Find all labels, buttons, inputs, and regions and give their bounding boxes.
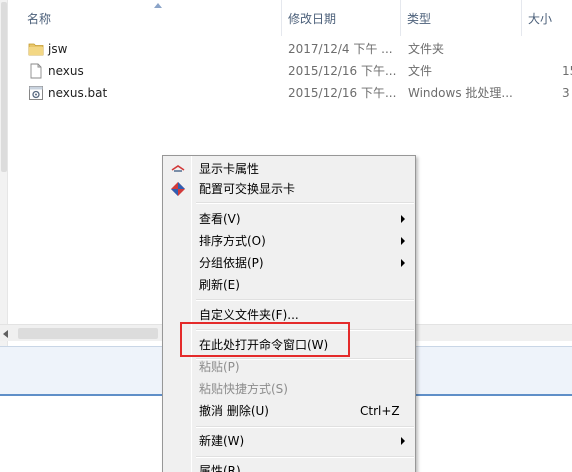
file-type: Windows 批处理...	[408, 86, 513, 100]
context-menu: 显示卡属性 配置可交换显示卡 查看(V) 排序方式(O) 分组依据(P) 刷新(…	[162, 155, 416, 472]
file-date: 2015/12/16 下午...	[288, 64, 397, 78]
menu-item-undo-delete[interactable]: 撤消 删除(U) Ctrl+Z	[165, 400, 415, 422]
menu-item-paste[interactable]: 粘贴(P)	[165, 356, 415, 378]
menu-separator	[196, 202, 414, 204]
folder-icon	[28, 43, 44, 56]
menu-item-label: 查看(V)	[199, 212, 241, 226]
submenu-arrow-icon	[401, 259, 405, 267]
menu-item-label: 属性(R)	[199, 464, 241, 472]
column-header-size[interactable]: 大小	[528, 11, 552, 27]
file-name: nexus	[48, 64, 84, 78]
scroll-left-arrow-icon[interactable]	[3, 330, 8, 338]
menu-item-refresh[interactable]: 刷新(E)	[165, 274, 415, 296]
menu-item-group-by[interactable]: 分组依据(P)	[165, 252, 415, 274]
horizontal-scrollbar-thumb[interactable]	[18, 328, 158, 339]
menu-item-new[interactable]: 新建(W)	[165, 430, 415, 452]
column-header-bar: 名称 修改日期 类型 大小	[8, 0, 572, 36]
file-name: nexus.bat	[48, 86, 108, 100]
column-divider[interactable]	[521, 0, 522, 36]
column-divider[interactable]	[281, 0, 282, 36]
column-header-type[interactable]: 类型	[407, 11, 431, 27]
menu-item-label: 分组依据(P)	[199, 256, 264, 270]
column-header-date-modified[interactable]: 修改日期	[288, 11, 336, 27]
menu-separator	[196, 299, 414, 301]
menu-item-label: 配置可交换显示卡	[199, 182, 296, 196]
file-icon	[30, 63, 42, 79]
submenu-arrow-icon	[401, 237, 405, 245]
submenu-arrow-icon	[401, 437, 405, 445]
file-size: 3	[562, 86, 570, 100]
file-list-item[interactable]: nexus 2015/12/16 下午... 文件 15	[28, 60, 572, 82]
column-header-name[interactable]: 名称	[27, 11, 51, 27]
menu-item-label: 排序方式(O)	[199, 234, 266, 248]
menu-item-properties[interactable]: 属性(R)	[165, 460, 415, 472]
file-list-item[interactable]: jsw 2017/12/4 下午 ... 文件夹	[28, 38, 572, 60]
vertical-scrollbar[interactable]	[0, 0, 8, 346]
batch-file-icon	[29, 86, 43, 100]
menu-item-sort-by[interactable]: 排序方式(O)	[165, 230, 415, 252]
submenu-arrow-icon	[401, 215, 405, 223]
file-type: 文件	[408, 64, 433, 78]
menu-item-label: 自定义文件夹(F)...	[199, 308, 299, 322]
menu-item-paste-shortcut[interactable]: 粘贴快捷方式(S)	[165, 378, 415, 400]
menu-item-label: 显示卡属性	[199, 162, 260, 176]
file-date: 2017/12/4 下午 ...	[288, 42, 393, 56]
menu-separator	[196, 426, 414, 428]
file-name: jsw	[48, 42, 68, 56]
menu-item-label: 新建(W)	[199, 434, 245, 448]
menu-item-display-properties[interactable]: 显示卡属性	[165, 158, 415, 180]
switchable-graphics-icon	[171, 182, 185, 196]
graphics-card-icon	[171, 165, 185, 172]
menu-item-label: 刷新(E)	[199, 278, 240, 292]
file-list-item[interactable]: nexus.bat 2015/12/16 下午... Windows 批处理..…	[28, 82, 572, 104]
menu-item-view[interactable]: 查看(V)	[165, 208, 415, 230]
sort-ascending-icon	[154, 3, 162, 8]
menu-separator	[196, 456, 414, 458]
vertical-scrollbar-thumb[interactable]	[1, 2, 7, 172]
menu-item-label: 撤消 删除(U)	[199, 404, 269, 418]
file-size: 15	[562, 64, 572, 78]
column-divider[interactable]	[400, 0, 401, 36]
menu-item-label: 粘贴快捷方式(S)	[199, 382, 288, 396]
menu-item-label: 粘贴(P)	[199, 360, 240, 374]
file-date: 2015/12/16 下午...	[288, 86, 397, 100]
menu-item-shortcut: Ctrl+Z	[360, 404, 400, 418]
annotation-highlight-box	[180, 322, 350, 357]
menu-item-switchable-graphics[interactable]: 配置可交换显示卡	[165, 178, 415, 200]
file-type: 文件夹	[408, 42, 445, 56]
